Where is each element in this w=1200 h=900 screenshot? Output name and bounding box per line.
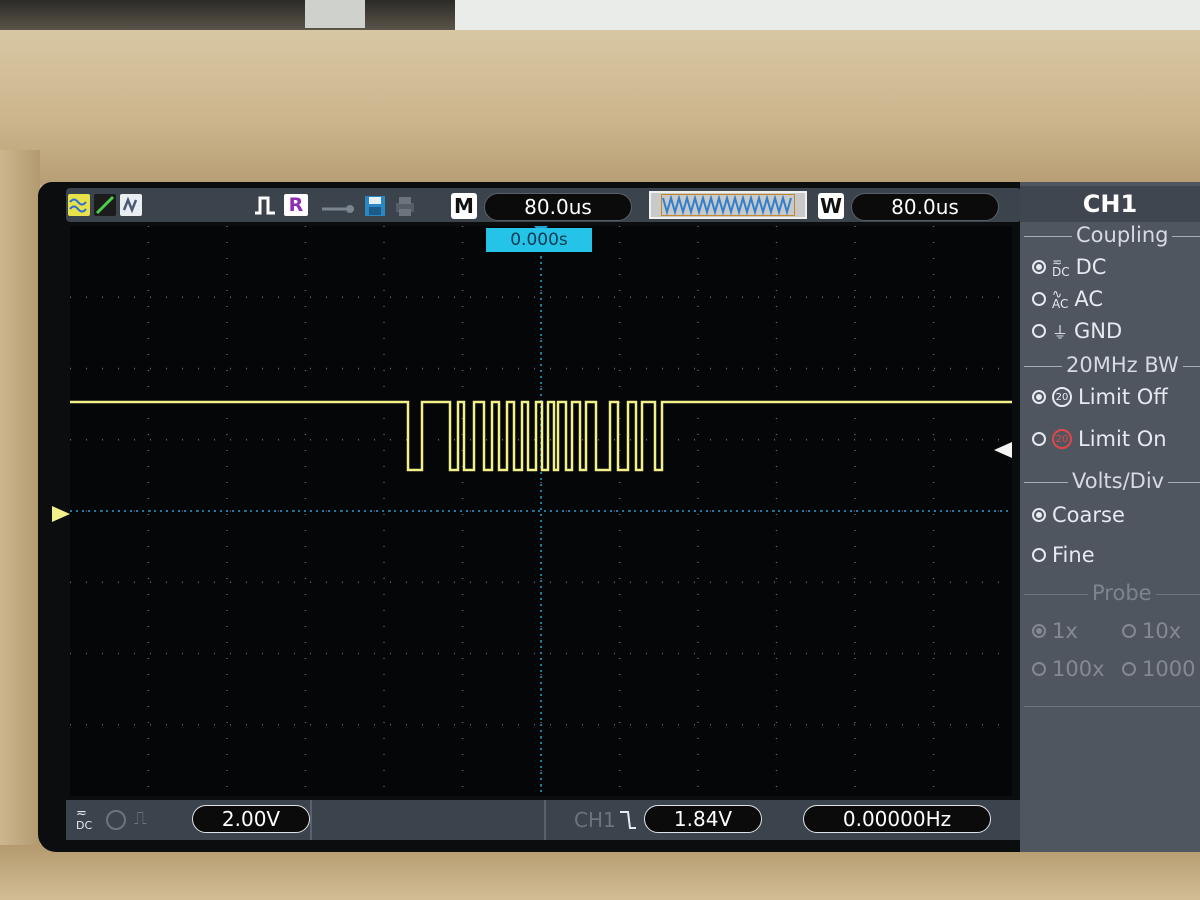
waveform-display xyxy=(70,226,1012,796)
radio-icon xyxy=(1032,292,1046,306)
ground-icon: ⏚ xyxy=(1052,323,1069,342)
radio-icon xyxy=(1032,432,1046,446)
radio-icon xyxy=(1032,548,1046,562)
coupling-option-ac[interactable]: ∿ AC AC xyxy=(1032,287,1103,311)
radio-icon xyxy=(1032,324,1046,338)
option-label: AC xyxy=(1074,287,1104,311)
coupling-option-gnd[interactable]: ⏚ GND xyxy=(1032,319,1122,343)
bw-20-limit-icon: 20 xyxy=(1052,429,1072,449)
dc-coupling-icon: ≂ DC xyxy=(76,806,93,832)
divider xyxy=(544,800,546,840)
trigger-time-label: 0.000s xyxy=(486,228,592,252)
coupling-section[interactable]: Coupling ≂ DC DC ∿ AC AC ⏚ GND xyxy=(1024,223,1200,357)
bandwidth-option-off[interactable]: 20 Limit Off xyxy=(1032,385,1168,409)
waveform-icon[interactable] xyxy=(68,194,90,216)
trigger-level-marker xyxy=(994,442,1012,462)
bandwidth-section[interactable]: 20MHz BW 20 Limit Off 20 Limit On xyxy=(1024,353,1200,477)
pulse-trigger-icon xyxy=(254,194,276,216)
radio-icon xyxy=(1122,662,1136,676)
oscilloscope-screen: R M 80.0us W 80.0us 0.000s ≂ DC ⎍ 2.00V C… xyxy=(38,182,1200,852)
radio-icon xyxy=(1032,508,1046,522)
invert-icon: ⎍ xyxy=(134,808,147,829)
probe-heading: Probe xyxy=(1088,581,1156,605)
channel-ground-marker xyxy=(52,506,70,526)
run-indicator: R xyxy=(284,194,308,216)
radio-icon xyxy=(1032,260,1046,274)
radio-icon xyxy=(1122,624,1136,638)
run-indicator-label: R xyxy=(288,194,304,216)
radio-icon xyxy=(1032,662,1046,676)
coupling-heading: Coupling xyxy=(1072,223,1173,247)
bw-20-icon: 20 xyxy=(1052,387,1072,407)
bw-limit-icon xyxy=(106,810,126,830)
channel-menu: CH1 Coupling ≂ DC DC ∿ AC AC ⏚ GND 20MHz B… xyxy=(1020,182,1200,852)
bezel-top xyxy=(0,30,1200,185)
top-status-bar: R M 80.0us W 80.0us xyxy=(66,188,1021,222)
option-label: GND xyxy=(1074,319,1123,343)
radio-icon xyxy=(1032,624,1046,638)
probe-section[interactable]: Probe 1x 10x 100x 1000 xyxy=(1024,581,1200,705)
option-label: 1000 xyxy=(1142,657,1196,681)
falling-edge-icon xyxy=(618,808,638,836)
option-label: 100x xyxy=(1052,657,1105,681)
bottom-status-bar: ≂ DC ⎍ 2.00V CH1 1.84V 0.00000Hz xyxy=(66,800,1021,840)
ch1-waveform-trace xyxy=(70,400,1012,472)
acquire-icon[interactable] xyxy=(120,194,142,216)
option-label: Limit On xyxy=(1078,427,1167,451)
printer-icon[interactable] xyxy=(393,194,415,216)
option-label: 1x xyxy=(1052,619,1078,643)
save-icon[interactable] xyxy=(363,194,385,216)
ramp-icon[interactable] xyxy=(94,194,116,216)
volts-div-option-coarse[interactable]: Coarse xyxy=(1032,503,1125,527)
bezel-bottom xyxy=(0,845,1200,900)
radio-icon xyxy=(1032,390,1046,404)
probe-option-100x[interactable]: 100x xyxy=(1032,657,1105,681)
ch1-scale-readout: 2.00V xyxy=(192,805,310,833)
background-window xyxy=(455,0,1200,30)
option-label: 10x xyxy=(1142,619,1182,643)
graticule xyxy=(70,226,1012,796)
volts-div-section[interactable]: Volts/Div Coarse Fine xyxy=(1024,469,1200,593)
menu-section-more[interactable] xyxy=(1024,706,1200,797)
probe-option-1x[interactable]: 1x xyxy=(1032,619,1078,643)
probe-option-10x[interactable]: 10x xyxy=(1122,619,1181,643)
volts-div-option-fine[interactable]: Fine xyxy=(1032,543,1095,567)
trigger-level-readout: 1.84V xyxy=(644,805,762,833)
trigger-source-label: CH1 xyxy=(574,808,616,832)
divider xyxy=(310,800,312,840)
coupling-option-dc[interactable]: ≂ DC DC xyxy=(1032,255,1106,279)
frequency-readout: 0.00000Hz xyxy=(803,805,991,833)
timebase-readout: 80.0us xyxy=(484,193,632,221)
window-box: W xyxy=(818,193,844,219)
option-label: Coarse xyxy=(1052,503,1125,527)
probe-option-1000x[interactable]: 1000 xyxy=(1122,657,1195,681)
channel-menu-title: CH1 xyxy=(1020,186,1200,222)
memory-depth-indicator xyxy=(649,191,807,219)
bezel-left xyxy=(0,150,40,870)
dc-icon: ≂ DC xyxy=(1052,255,1070,279)
option-label: Limit Off xyxy=(1078,385,1168,409)
volts-div-heading: Volts/Div xyxy=(1068,469,1169,493)
bandwidth-heading: 20MHz BW xyxy=(1062,353,1183,377)
usb-icon xyxy=(320,200,356,213)
window-timebase-readout: 80.0us xyxy=(851,193,999,221)
option-label: DC xyxy=(1075,255,1107,279)
option-label: Fine xyxy=(1052,543,1095,567)
mode-box: M xyxy=(451,193,477,219)
bandwidth-option-on[interactable]: 20 Limit On xyxy=(1032,427,1167,451)
background-window-left xyxy=(305,0,365,28)
ac-icon: ∿ AC xyxy=(1052,287,1069,311)
